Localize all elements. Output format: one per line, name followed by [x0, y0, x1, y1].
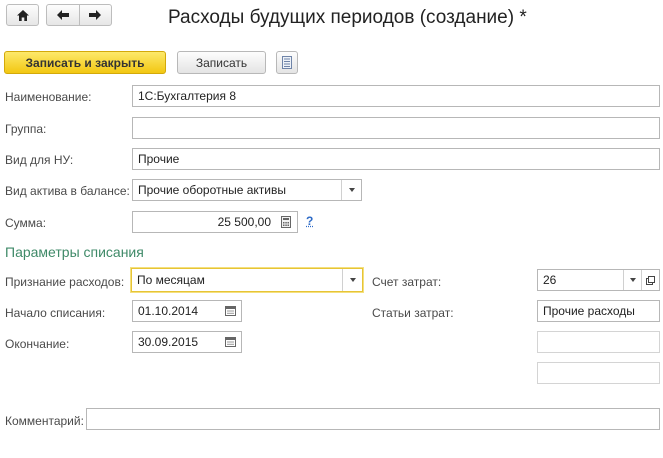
cost-account-dropdown-button[interactable] [623, 270, 641, 290]
forward-button[interactable] [78, 5, 112, 25]
page-title: Расходы будущих периодов (создание) * [168, 7, 527, 28]
save-button[interactable]: Записать [177, 51, 266, 74]
calculator-icon [281, 216, 291, 228]
asset-type-dropdown-button[interactable] [341, 180, 361, 200]
document-list-icon [282, 56, 292, 69]
name-value: 1С:Бухгалтерия 8 [138, 89, 236, 103]
open-window-icon [646, 275, 655, 285]
cost-account-field[interactable]: 26 [537, 269, 660, 291]
arrow-right-icon [89, 10, 102, 20]
vid-nu-field[interactable]: Прочие [132, 148, 660, 170]
name-label: Наименование: [5, 90, 92, 104]
asset-type-value: Прочие оборотные активы [138, 183, 286, 197]
asset-type-select[interactable]: Прочие оборотные активы [132, 179, 362, 201]
amount-label: Сумма: [5, 216, 47, 230]
arrow-left-icon [56, 10, 69, 20]
chevron-down-icon [349, 278, 356, 282]
end-date-value: 30.09.2015 [138, 335, 199, 349]
home-button[interactable] [6, 4, 39, 26]
calendar-icon [224, 306, 236, 316]
start-date-value: 01.10.2014 [138, 304, 199, 318]
end-date-field[interactable]: 30.09.2015 [132, 331, 242, 353]
start-date-field[interactable]: 01.10.2014 [132, 300, 242, 322]
cost-items-label: Статьи затрат: [372, 306, 454, 320]
comment-field[interactable] [86, 408, 660, 430]
writeoff-section-title: Параметры списания [5, 244, 144, 260]
save-and-close-button[interactable]: Записать и закрыть [4, 51, 166, 74]
asset-type-label: Вид актива в балансе: [5, 184, 130, 198]
recognition-label: Признание расходов: [5, 275, 125, 289]
end-date-calendar-button[interactable] [219, 332, 241, 352]
subconto-field-1[interactable] [537, 331, 660, 353]
cost-items-field[interactable]: Прочие расходы [537, 300, 660, 322]
cost-account-label: Счет затрат: [372, 275, 442, 289]
amount-value: 25 500,00 [217, 215, 271, 229]
start-label: Начало списания: [5, 306, 106, 320]
vid-nu-value: Прочие [138, 152, 180, 166]
comment-label: Комментарий: [5, 414, 84, 428]
vid-nu-label: Вид для НУ: [5, 153, 74, 167]
calendar-icon [224, 337, 236, 347]
cost-items-value: Прочие расходы [543, 304, 635, 318]
back-button[interactable] [47, 5, 79, 25]
document-menu-button[interactable] [276, 51, 298, 74]
end-label: Окончание: [5, 337, 70, 351]
subconto-field-2[interactable] [537, 362, 660, 384]
amount-field[interactable]: 25 500,00 [132, 211, 298, 233]
chevron-down-icon [629, 278, 636, 282]
cost-account-open-button[interactable] [641, 270, 659, 290]
home-icon [16, 9, 29, 21]
help-link[interactable]: ? [306, 214, 313, 228]
recognition-select[interactable]: По месяцам [131, 268, 363, 292]
chevron-down-icon [348, 188, 355, 192]
start-date-calendar-button[interactable] [219, 301, 241, 321]
cost-account-value: 26 [543, 273, 557, 287]
history-nav [46, 4, 112, 26]
recognition-dropdown-button[interactable] [342, 269, 362, 291]
group-field[interactable] [132, 117, 660, 139]
recognition-value: По месяцам [137, 273, 205, 287]
name-field[interactable]: 1С:Бухгалтерия 8 [132, 85, 660, 107]
group-label: Группа: [5, 122, 47, 136]
calculator-button[interactable] [275, 212, 297, 232]
